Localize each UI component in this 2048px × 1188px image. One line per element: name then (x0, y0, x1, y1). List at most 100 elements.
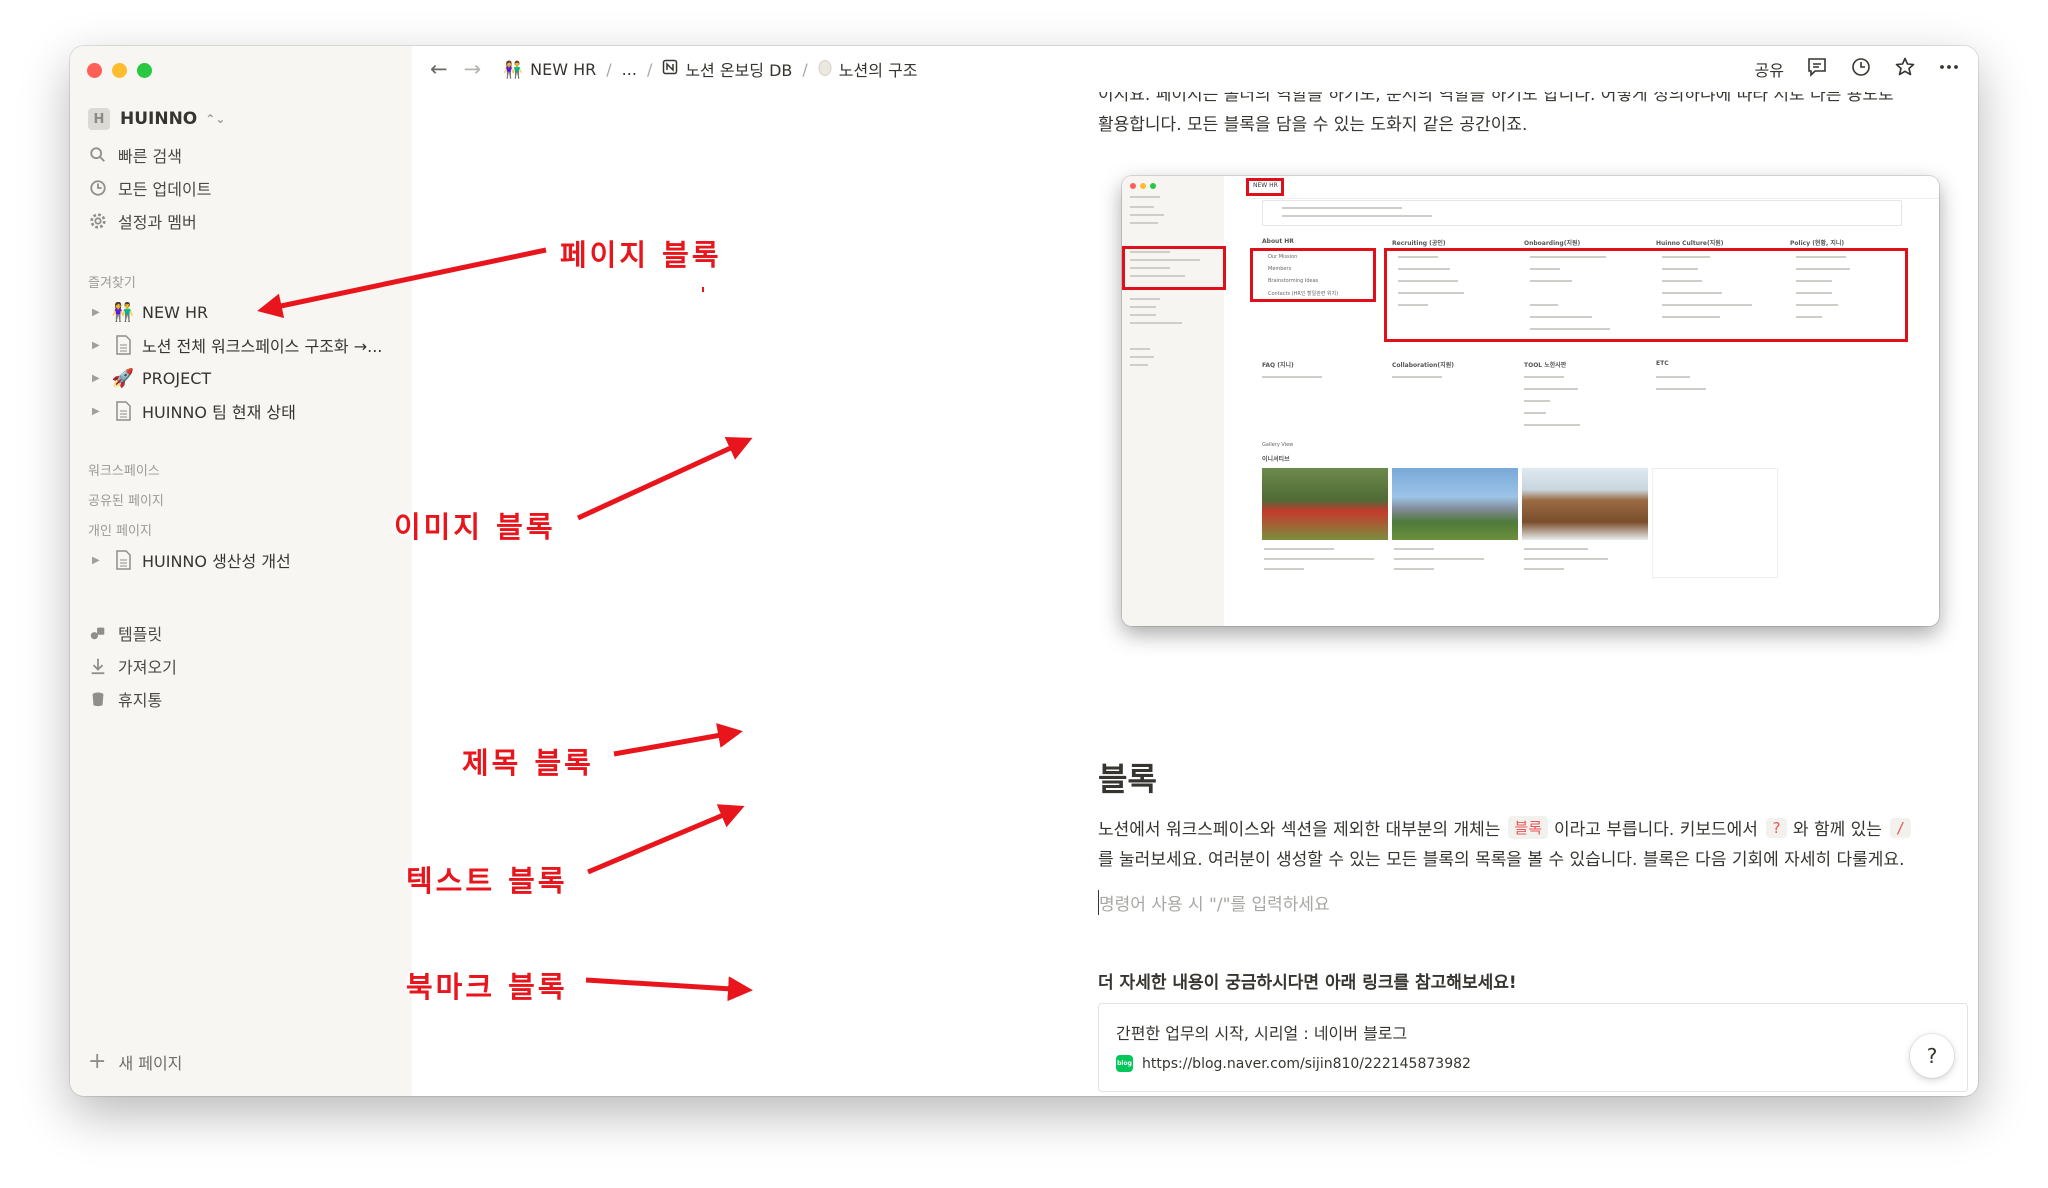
mini-section-about: About HR (1262, 238, 1294, 245)
breadcrumb-label: 노션의 구조 (838, 61, 918, 80)
sidebar-item-label: HUINNO 생산성 개선 (142, 552, 291, 571)
history-clock-icon[interactable] (1850, 56, 1872, 82)
page-icon (110, 401, 136, 421)
page-actions: 공유 (1755, 46, 1960, 92)
mini-gallery-photo-cabin (1522, 468, 1648, 540)
breadcrumb-item-new-hr[interactable]: 👫 NEW HR (503, 60, 596, 79)
annotation-page-block: 페이지 블록 (560, 238, 722, 272)
mini-initiative-title: 이니셔티브 (1262, 456, 1290, 463)
sidebar-item-label: 설정과 멤버 (118, 213, 197, 232)
mini-about-item: Members (1268, 266, 1292, 272)
back-arrow-icon[interactable]: ← (430, 57, 448, 81)
inline-code: / (1889, 817, 1911, 838)
text-segment: 이라고 부릅니다. 키보드에서 (1554, 820, 1758, 840)
breadcrumb-item-ellipsis[interactable]: ... (622, 60, 637, 79)
bookmark-block[interactable]: 간편한 업무의 시작, 시리얼 : 네이버 블로그 blog https://b… (1098, 1003, 1968, 1092)
mini-highlight-page-block (1122, 246, 1226, 290)
breadcrumb-separator: / (606, 59, 612, 79)
workspace-name: HUINNO (120, 109, 198, 129)
comment-icon[interactable] (1806, 56, 1828, 82)
sidebar-item-team-status[interactable]: ▶ HUINNO 팀 현재 상태 (92, 397, 296, 425)
share-button[interactable]: 공유 (1755, 57, 1784, 81)
annotation-image-block: 이미지 블록 (394, 510, 556, 544)
search-icon (88, 145, 108, 165)
sidebar-item-templates[interactable]: 템플릿 (88, 619, 162, 647)
inline-code: 블록 (1508, 816, 1548, 839)
text-block-line-1[interactable]: 노션에서 워크스페이스와 섹션을 제외한 대부분의 개체는 블록 이라고 부릅니… (1098, 815, 1917, 840)
bookmark-title: 간편한 업무의 시작, 시리얼 : 네이버 블로그 (1116, 1024, 1408, 1043)
mini-window-controls (1130, 183, 1156, 189)
close-window-button[interactable] (87, 63, 102, 78)
page-icon (110, 335, 136, 355)
workspace-switcher[interactable]: H HUINNO ⌃⌄ (88, 104, 225, 134)
workspace-section-title[interactable]: 워크스페이스 (88, 460, 160, 479)
mini-section-etc: ETC (1656, 360, 1669, 367)
people-emoji-icon: 👫 (111, 301, 135, 323)
sidebar-item-label: HUINNO 팀 현재 상태 (142, 403, 296, 422)
sidebar-item-project[interactable]: ▶ 🚀 PROJECT (92, 364, 211, 392)
zoom-window-button[interactable] (137, 63, 152, 78)
notion-icon (662, 59, 678, 79)
breadcrumb-label: ... (621, 59, 637, 79)
mini-section-collab: Collaboration(지원) (1392, 362, 1454, 369)
sidebar-item-quick-search[interactable]: 빠른 검색 (88, 141, 182, 169)
text-block-line-2[interactable]: 를 눌러보세요. 여러분이 생성할 수 있는 모든 블록의 목록을 볼 수 있습… (1098, 845, 1904, 870)
sidebar-item-settings[interactable]: 설정과 멤버 (88, 207, 197, 235)
expand-triangle-icon[interactable]: ▶ (92, 307, 106, 318)
minimize-window-button[interactable] (112, 63, 127, 78)
expand-triangle-icon[interactable]: ▶ (92, 555, 106, 566)
text-block-cut[interactable]: 이지요. 페이지는 폴더의 역할을 하기도, 문서의 역할을 하기도 합니다. … (1098, 92, 1894, 105)
expand-triangle-icon[interactable]: ▶ (92, 406, 106, 417)
sidebar-item-workspace-structure[interactable]: ▶ 노션 전체 워크스페이스 구조화 →... (92, 331, 382, 359)
shared-section-title[interactable]: 공유된 페이지 (88, 490, 164, 509)
clock-icon (88, 178, 108, 198)
text-segment: 와 함께 있는 (1792, 820, 1882, 840)
favorites-section-title: 즐겨찾기 (88, 276, 136, 291)
more-options-icon[interactable] (1938, 56, 1960, 82)
mini-section-policy: Policy (현황, 지니) (1790, 240, 1845, 247)
page-icon (110, 550, 136, 570)
breadcrumb-item-onboarding-db[interactable]: 노션 온보딩 DB (662, 57, 792, 81)
expand-triangle-icon[interactable]: ▶ (92, 340, 106, 351)
mini-section-culture: Huinno Culture(지원) (1656, 240, 1724, 247)
sidebar-item-import[interactable]: 가져오기 (88, 652, 177, 680)
forward-arrow-icon[interactable]: → (464, 57, 482, 81)
inline-code: ? (1765, 817, 1787, 838)
app-window: H HUINNO ⌃⌄ 빠른 검색 모든 업데이트 설정과 멤버 즐겨찾기 ▶ … (70, 46, 1978, 1096)
bookmark-url-row: blog https://blog.naver.com/sijin810/222… (1116, 1055, 1471, 1072)
mini-gallery-view-label: Gallery View (1262, 442, 1294, 448)
mini-about-item: Our Mission (1268, 254, 1298, 260)
annotation-bookmark-block: 북마크 블록 (406, 970, 568, 1004)
help-button[interactable]: ? (1910, 1034, 1954, 1078)
history-nav: ← → (430, 57, 481, 81)
star-icon[interactable] (1894, 56, 1916, 82)
private-section-title[interactable]: 개인 페이지 (88, 520, 152, 539)
new-page-button[interactable]: + 새 페이지 (88, 1050, 182, 1074)
image-block-screenshot[interactable]: NEW HR About HR Recruiting (공인) Onboardi… (1122, 176, 1939, 626)
empty-block-placeholder[interactable]: 명령어 사용 시 "/"를 입력하세요 (1098, 890, 1330, 915)
bold-text-block[interactable]: 더 자세한 내용이 궁금하시다면 아래 링크를 참고해보세요! (1098, 968, 1517, 993)
sidebar-item-label: 가져오기 (118, 658, 177, 677)
expand-triangle-icon[interactable]: ▶ (92, 373, 106, 384)
sidebar-item-label: NEW HR (142, 302, 209, 322)
mini-highlight-databases (1384, 248, 1908, 342)
sidebar-item-label: 노션 전체 워크스페이스 구조화 →... (142, 337, 383, 356)
bookmark-url: https://blog.naver.com/sijin810/22214587… (1142, 1055, 1471, 1072)
annotation-heading-block: 제목 블록 (462, 746, 594, 780)
sidebar-item-trash[interactable]: 휴지통 (88, 685, 162, 713)
text-segment: 노션에서 워크스페이스와 섹션을 제외한 대부분의 개체는 (1098, 820, 1501, 840)
heading-block[interactable]: 블록 (1098, 754, 1157, 800)
annotation-text-block: 텍스트 블록 (406, 864, 568, 898)
mini-section-tool: TOOL 노한사판 (1524, 362, 1567, 369)
mini-section-faq: FAQ (지니) (1262, 362, 1294, 369)
sidebar-item-updates[interactable]: 모든 업데이트 (88, 174, 211, 202)
breadcrumb-separator: / (802, 59, 808, 79)
mini-sidebar (1122, 176, 1224, 626)
mini-section-onboarding: Onboarding(지원) (1524, 240, 1581, 247)
breadcrumb-item-notion-structure[interactable]: 노션의 구조 (818, 57, 918, 81)
mini-about-item: Brainstorming Ideas (1268, 278, 1319, 284)
sidebar-item-productivity[interactable]: ▶ HUINNO 생산성 개선 (92, 546, 291, 574)
sidebar-item-label: 빠른 검색 (118, 147, 182, 166)
sidebar-item-new-hr[interactable]: ▶ 👫 NEW HR (92, 298, 208, 326)
text-block[interactable]: 활용합니다. 모든 블록을 담을 수 있는 도화지 같은 공간이죠. (1098, 110, 1527, 135)
